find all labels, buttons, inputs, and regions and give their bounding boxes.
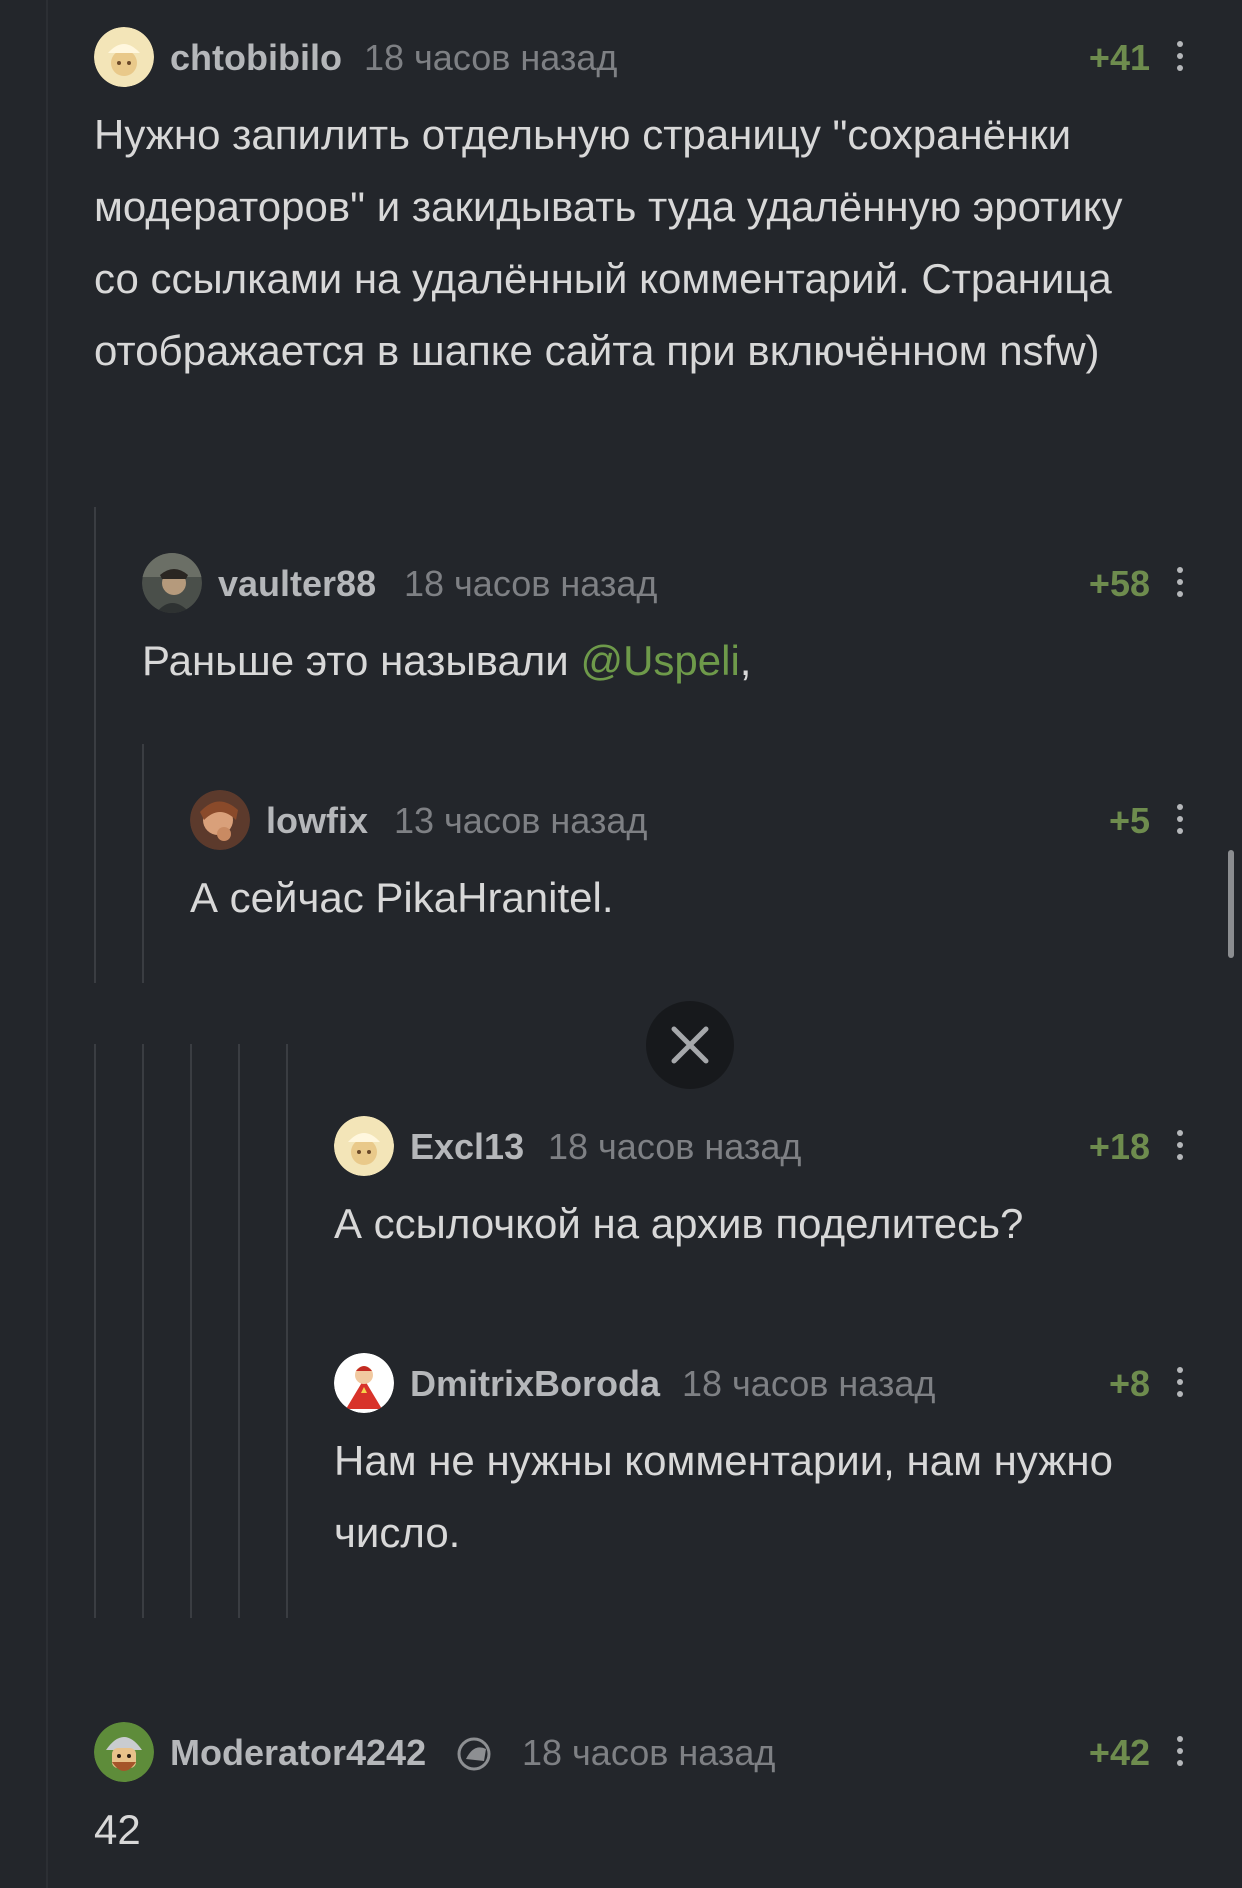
comment-author[interactable]: DmitrixBoroda bbox=[410, 1363, 660, 1405]
comment-header: lowfix 13 часов назад +5 bbox=[190, 790, 1242, 850]
comment-text: А ссылочкой на архив поделитесь? bbox=[334, 1200, 1024, 1247]
comment-rating: +58 bbox=[1088, 563, 1150, 604]
comment-header: Moderator4242 18 часов назад +42 bbox=[94, 1722, 1242, 1782]
comment-rating: +18 bbox=[1088, 1126, 1150, 1167]
comment-time: 13 часов назад bbox=[394, 800, 648, 841]
comment-rating: +42 bbox=[1088, 1732, 1150, 1773]
avatar[interactable] bbox=[94, 1722, 154, 1782]
thread-guide-line[interactable] bbox=[142, 1044, 144, 1618]
thread-guide-line[interactable] bbox=[238, 1044, 240, 1618]
comment-text: Нам не нужны комментарии, нам нужно числ… bbox=[334, 1437, 1113, 1556]
avatar[interactable] bbox=[142, 553, 202, 613]
comment-text-part: Раньше это называли bbox=[142, 637, 581, 684]
comment-rating: +5 bbox=[1108, 800, 1150, 841]
comment-author[interactable]: Moderator4242 bbox=[170, 1732, 426, 1774]
more-vertical-icon[interactable] bbox=[1176, 41, 1184, 73]
comment-author[interactable]: Excl13 bbox=[410, 1126, 524, 1168]
avatar[interactable] bbox=[334, 1116, 394, 1176]
avatar[interactable] bbox=[94, 27, 154, 87]
comment-text: А сейчас PikaHranitel. bbox=[190, 874, 614, 921]
thread-guide-line[interactable] bbox=[190, 1044, 192, 1618]
comment: DmitrixBoroda 18 часов назад +8 Нам не н… bbox=[334, 1353, 1242, 1569]
more-vertical-icon[interactable] bbox=[1176, 1367, 1184, 1399]
more-vertical-icon[interactable] bbox=[1176, 567, 1184, 599]
comment-text: 42 bbox=[94, 1806, 141, 1853]
avatar[interactable] bbox=[190, 790, 250, 850]
comment-rating: +8 bbox=[1108, 1363, 1150, 1404]
user-mention-link[interactable]: @Uspeli bbox=[580, 637, 739, 684]
close-icon[interactable] bbox=[646, 1001, 734, 1089]
comment-rating: +41 bbox=[1088, 37, 1150, 78]
thread-guide-root bbox=[46, 0, 48, 1888]
comment-time: 18 часов назад bbox=[548, 1126, 802, 1167]
more-vertical-icon[interactable] bbox=[1176, 804, 1184, 836]
comment-header: DmitrixBoroda 18 часов назад +8 bbox=[334, 1353, 1242, 1413]
comment: lowfix 13 часов назад +5 А сейчас PikaHr… bbox=[190, 790, 1242, 934]
comment: chtobibilo 18 часов назад +41 Нужно запи… bbox=[94, 27, 1242, 387]
comment-text: Нужно запилить отдельную страницу "сохра… bbox=[94, 111, 1123, 374]
comment-text: Раньше это называли @Uspeli, bbox=[142, 625, 1242, 697]
comment: Excl13 18 часов назад +18 А ссылочкой на… bbox=[334, 1116, 1242, 1260]
comment-time: 18 часов назад bbox=[404, 563, 658, 604]
comment-header: chtobibilo 18 часов назад +41 bbox=[94, 27, 1242, 87]
comment-text-part: , bbox=[739, 637, 752, 684]
more-vertical-icon[interactable] bbox=[1176, 1736, 1184, 1768]
comment-header: vaulter88 18 часов назад +58 bbox=[142, 553, 1242, 613]
thread-guide-line[interactable] bbox=[94, 507, 96, 983]
comment: vaulter88 18 часов назад +58 Раньше это … bbox=[142, 553, 1242, 697]
comment-author[interactable]: vaulter88 bbox=[218, 563, 376, 605]
comment-author[interactable]: lowfix bbox=[266, 800, 368, 842]
thread-guide-line[interactable] bbox=[286, 1044, 288, 1618]
comment-author[interactable]: chtobibilo bbox=[170, 37, 342, 79]
comment-time: 18 часов назад bbox=[364, 37, 618, 78]
more-vertical-icon[interactable] bbox=[1176, 1130, 1184, 1162]
comment-time: 18 часов назад bbox=[522, 1732, 776, 1773]
comment-time: 18 часов назад bbox=[682, 1363, 936, 1404]
thread-guide-line[interactable] bbox=[94, 1044, 96, 1618]
avatar[interactable] bbox=[334, 1353, 394, 1413]
thread-guide-line[interactable] bbox=[142, 744, 144, 983]
comment: Moderator4242 18 часов назад +42 42 bbox=[94, 1722, 1242, 1866]
moderator-badge-icon bbox=[456, 1737, 492, 1771]
comment-header: Excl13 18 часов назад +18 bbox=[334, 1116, 1242, 1176]
